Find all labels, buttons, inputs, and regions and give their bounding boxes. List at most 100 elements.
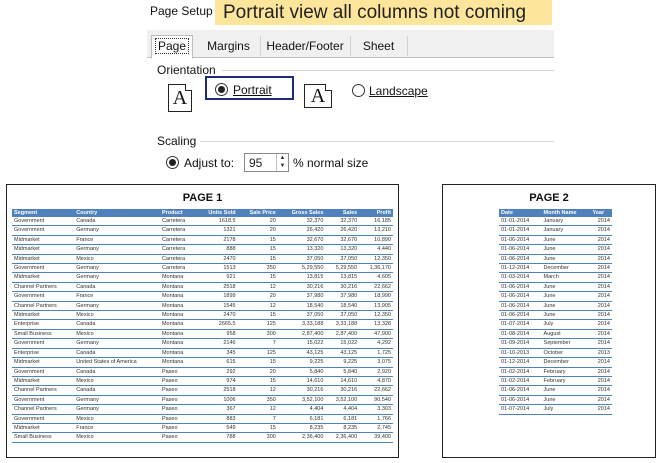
table-cell: 9,225 [277,357,326,368]
table-cell: Montana [159,329,197,340]
table-cell: 01-06-2014 [499,385,542,396]
table-cell: 5,29,550 [277,263,326,274]
adjust-to-radio[interactable] [166,156,179,169]
table-cell: 974 [196,376,238,387]
spinner-arrows[interactable]: ▲ ▼ [276,154,288,171]
table-cell: 16,185 [359,217,393,227]
table-cell: June [541,291,591,302]
table-cell: Carretera [159,235,197,246]
table-cell: 292 [196,367,238,377]
tab-margins[interactable]: Margins [197,36,261,56]
table-row: Government Germany Paseo 1006 350 3,52,100 3,5… [12,395,393,406]
table-cell: 15 [237,235,278,246]
table-cell: June [541,385,591,396]
table-row: Midmarket Mexico Carretera 2470 15 37,050 37,0… [12,254,393,265]
table-cell: 2014 [590,235,612,246]
table-row: Government Canada Carretera 1618.5 20 32,370 3… [12,217,393,227]
table-cell: 12,350 [359,254,393,265]
col-header: Month Name [541,209,591,217]
table-cell: 1321 [196,225,238,236]
col-header: Date [499,209,542,217]
spin-down-icon[interactable]: ▼ [280,163,286,169]
col-header: Sales [325,209,360,217]
scale-percent-spinner[interactable]: 95 ▲ ▼ [244,153,289,172]
table-cell: 2518 [196,282,238,293]
table-row: 01-06-2014 June 2014 [499,235,612,246]
spin-up-icon[interactable]: ▲ [280,155,286,161]
table-cell: 15 [237,376,278,387]
table-cell: October [541,348,591,359]
table-cell: Carretera [159,225,197,236]
table-cell: 2014 [590,310,612,321]
table-cell: 01-06-2014 [499,291,542,302]
table-cell: December [541,357,591,368]
table-cell: 2,36,400 [325,432,360,443]
table-cell: 1,725 [359,348,393,359]
table-row: 01-06-2014 June 2014 [499,291,612,302]
adjust-to-label[interactable]: Adjust to: [184,156,234,170]
table-cell: Mexico [74,329,160,340]
annotation-banner: Portrait view all columns not coming [215,0,552,25]
landscape-radio[interactable] [352,84,365,97]
table-cell: 43,125 [277,348,326,359]
table-cell: Germany [74,338,160,349]
table-cell: 12 [237,301,278,312]
table-cell: 350 [237,263,278,274]
tab-page[interactable]: Page [151,35,193,59]
orientation-heading: Orientation [157,63,216,77]
table-cell: 01-01-2014 [499,217,542,227]
table-cell: 30,216 [277,385,326,396]
table-cell: 2014 [590,301,612,312]
table-cell: 2,745 [359,423,393,434]
table-cell: 3,52,100 [325,395,360,406]
table-row: Small Business Mexico Paseo 788 300 2,36,400 2… [12,432,393,443]
table-cell: 01-01-2014 [499,225,542,236]
table-cell: 15 [237,272,278,283]
table-cell: 2014 [590,244,612,255]
table-row: Government Germany Carretera 1513 350 5,29,55… [12,263,393,274]
portrait-radio[interactable] [215,83,228,96]
table-row: Midmarket France Paseo 549 15 8,235 8,235 2,745 [12,423,393,434]
table-cell: March [541,272,591,283]
table-cell: Germany [74,395,160,406]
table-cell: Government [12,225,75,236]
table-row: Channel Partners Germany Montana 1545 12 18,5… [12,301,393,312]
table-cell: Small Business [12,432,75,443]
tab-sheet[interactable]: Sheet [350,36,408,56]
table-cell: 2014 [590,404,612,415]
table-cell: 1899 [196,291,238,302]
table-cell: 350 [237,395,278,406]
landscape-page-icon: A [304,84,332,108]
table-row: Government France Montana 1899 20 37,980 37,98… [12,291,393,302]
table-cell: 15,022 [325,338,360,349]
table-cell: 20 [237,217,278,227]
table-cell: 883 [196,414,238,424]
table-cell: 2,87,400 [325,329,360,340]
table-cell: 01-06-2014 [499,244,542,255]
table-row: 01-06-2014 June 2014 [499,385,612,396]
table-cell: Enterprise [12,319,75,330]
table-cell: February [541,376,591,387]
table-cell: 20 [237,367,278,377]
table-cell: Mexico [74,414,160,424]
table-cell: 6,181 [325,414,360,424]
portrait-label[interactable]: Portrait [233,83,272,97]
table-cell: Germany [74,244,160,255]
table-cell: June [541,254,591,265]
tab-header-footer[interactable]: Header/Footer [260,36,351,56]
page-1-preview: PAGE 1 Segment Country Product Units Sol… [6,184,399,458]
table-cell: Germany [74,263,160,274]
table-cell: June [541,244,591,255]
table-cell: 15 [237,357,278,368]
table-row: 01-08-2014 August 2014 [499,329,612,340]
table-cell: 1,766 [359,414,393,424]
scale-percent-value[interactable]: 95 [249,156,262,170]
table-row: 01-06-2014 June 2014 [499,244,612,255]
table-row: 01-06-2014 June 2014 [499,301,612,312]
table-cell: Carretera [159,217,197,227]
landscape-label[interactable]: Landscape [369,84,428,98]
table-cell: Midmarket [12,310,75,321]
table-cell: 30,216 [325,282,360,293]
table-cell: 37,050 [277,310,326,321]
table-cell: 13,815 [277,272,326,283]
